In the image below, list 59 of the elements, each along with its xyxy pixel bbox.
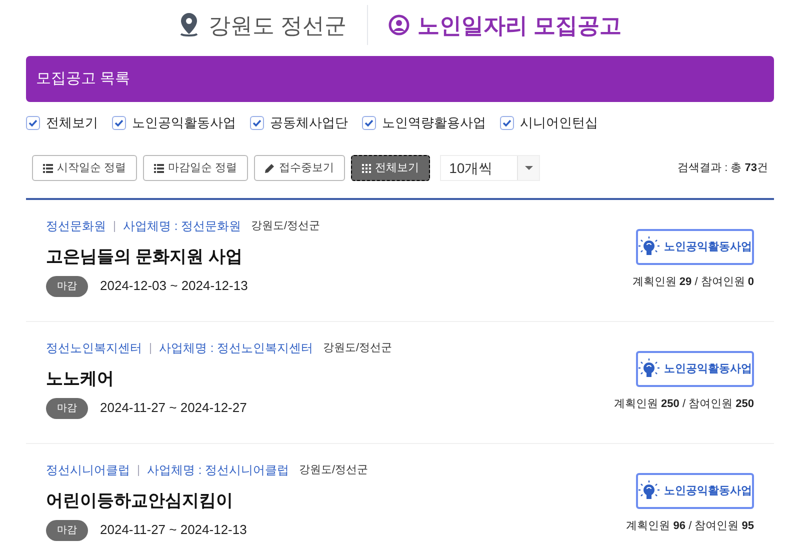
status-badge: 마감 [46,276,88,296]
filter-label[interactable]: 노인역량활용사업 [382,113,486,133]
organization-link[interactable]: 정선문화원 [46,217,106,235]
posting-title[interactable]: 어린이등하교안심지킴이 [46,488,368,514]
filter-label[interactable]: 노인공익활동사업 [132,113,236,133]
location-pin-icon [178,12,200,38]
page-title: 노인일자리 모집공고 [418,12,622,40]
status-badge: 마감 [46,398,88,418]
location-text: 강원도/정선군 [323,340,392,356]
filter-label[interactable]: 공동체사업단 [270,113,348,133]
checkbox[interactable] [112,116,126,130]
checkmark-icon [28,118,38,128]
organization-link[interactable]: 정선노인복지센터 [46,339,142,357]
operator-name: 사업체명 : 정선문화원 [123,218,242,235]
filter-label[interactable]: 시니어인턴십 [520,113,598,133]
posting-title[interactable]: 고은님들의 문화지원 사업 [46,244,320,270]
checkmark-icon [502,118,512,128]
organization-link[interactable]: 정선시니어클럽 [46,461,130,479]
category-tag: 노인공익활동사업 [636,229,754,265]
category-tag: 노인공익활동사업 [636,351,754,387]
status-badge: 마감 [46,520,88,540]
checkbox[interactable] [500,116,514,130]
checkmark-icon [364,118,374,128]
user-circle-icon [388,14,410,36]
checkbox[interactable] [250,116,264,130]
location-text: 강원도/정선군 [251,218,320,234]
lightbulb-icon [638,480,660,502]
checkbox[interactable] [26,116,40,130]
list-icon [154,164,164,172]
list-icon [43,164,53,172]
grid-icon [362,164,372,172]
checkmark-icon [114,118,124,128]
caret-down-icon [524,166,533,170]
region-label: 강원도 정선군 [208,12,346,40]
sort-button[interactable]: 전체보기 [351,155,430,181]
filter-label[interactable]: 전체보기 [46,113,98,133]
page-size-value: 10개씩 [441,156,518,180]
headcount-text: 계획인원 29 / 참여인원 0 [632,275,754,290]
headcount-text: 계획인원 96 / 참여인원 95 [626,519,754,534]
sort-button[interactable]: 마감일순 정렬 [143,155,248,181]
location-text: 강원도/정선군 [299,462,368,478]
category-tag: 노인공익활동사업 [636,473,754,509]
checkbox[interactable] [362,116,376,130]
sort-button[interactable]: 시작일순 정렬 [32,155,138,181]
panel-title: 모집공고 목록 [36,68,130,89]
result-count: 검색결과 : 총 73건 [678,160,768,176]
lightbulb-icon [638,358,660,380]
pencil-icon [265,163,276,173]
page-size-select[interactable]: 10개씩 [440,155,540,181]
period-text: 2024-12-03 ~ 2024-12-13 [100,277,248,296]
period-text: 2024-11-27 ~ 2024-12-27 [100,399,247,418]
period-text: 2024-11-27 ~ 2024-12-13 [100,521,247,540]
posting-title[interactable]: 노노케어 [46,366,392,392]
lightbulb-icon [638,236,660,258]
sort-button[interactable]: 접수중보기 [254,155,346,181]
headcount-text: 계획인원 250 / 참여인원 250 [614,397,754,412]
checkmark-icon [252,118,262,128]
operator-name: 사업체명 : 정선노인복지센터 [159,340,314,357]
operator-name: 사업체명 : 정선시니어클럽 [147,462,290,479]
